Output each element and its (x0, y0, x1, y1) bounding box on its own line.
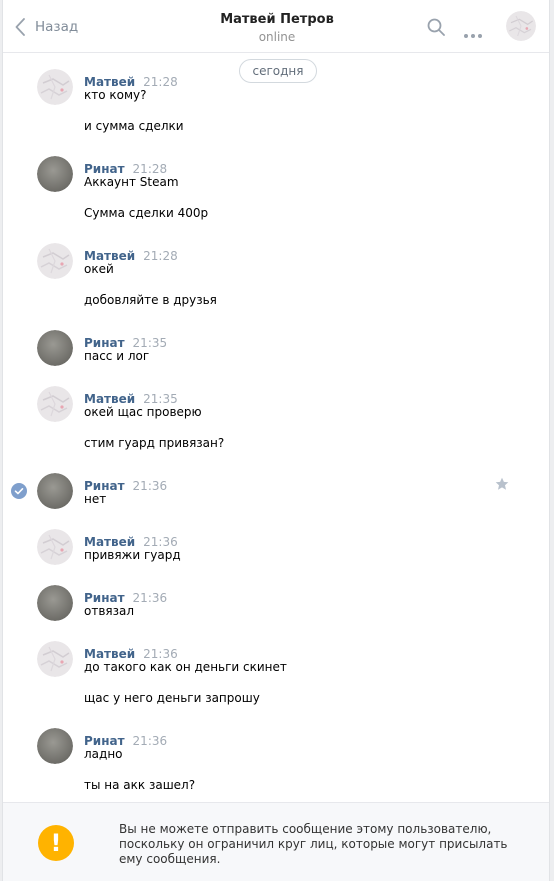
message-header: Ринат 21:36 (84, 587, 168, 605)
message-time[interactable]: 21:28 (143, 249, 178, 263)
message-header: Матвей 21:28 (84, 245, 178, 263)
message-author[interactable]: Ринат (84, 734, 125, 748)
message-time[interactable]: 21:28 (133, 162, 168, 176)
avatar[interactable] (37, 243, 73, 279)
message-author[interactable]: Матвей (84, 392, 135, 406)
check-circle-icon[interactable] (11, 483, 27, 503)
avatar[interactable] (37, 473, 73, 509)
message-time[interactable]: 21:36 (143, 535, 178, 549)
message-time[interactable]: 21:36 (133, 479, 168, 493)
message-author[interactable]: Матвей (84, 249, 135, 263)
message-header: Ринат 21:28 (84, 158, 168, 176)
message-header: Ринат 21:36 (84, 475, 168, 493)
message-text: стим гуард привязан? (84, 436, 225, 450)
message-author[interactable]: Матвей (84, 535, 135, 549)
message-text: привяжи гуард (84, 548, 181, 562)
message-time[interactable]: 21:36 (133, 591, 168, 605)
message-text: Сумма сделки 400р (84, 206, 209, 220)
message-time[interactable]: 21:35 (133, 336, 168, 350)
message-header: Матвей 21:36 (84, 643, 178, 661)
message-time[interactable]: 21:36 (133, 734, 168, 748)
message-text: отвязал (84, 604, 135, 618)
message-text: пасс и лог (84, 349, 150, 363)
message-author[interactable]: Ринат (84, 336, 125, 350)
avatar[interactable] (37, 585, 73, 621)
avatar[interactable] (37, 641, 73, 677)
message-time[interactable]: 21:35 (143, 392, 178, 406)
avatar[interactable] (37, 330, 73, 366)
message-header: Ринат 21:35 (84, 332, 168, 350)
avatar[interactable] (37, 156, 73, 192)
avatar[interactable] (37, 529, 73, 565)
message-header: Ринат 21:36 (84, 730, 168, 748)
message-list: Матвей 21:28 кто кому? и сумма сделки Рин… (3, 0, 549, 881)
avatar[interactable] (37, 386, 73, 422)
message-text: окей щас проверю (84, 405, 202, 419)
resize-handle-icon[interactable] (271, 873, 283, 881)
message-text: окей (84, 262, 114, 276)
message-text: до такого как он деньги скинет (84, 660, 287, 674)
star-icon[interactable] (495, 476, 509, 495)
message-header: Матвей 21:35 (84, 388, 178, 406)
message-header: Матвей 21:36 (84, 531, 178, 549)
message-text: кто кому? (84, 88, 147, 102)
message-author[interactable]: Ринат (84, 162, 125, 176)
warning-icon: ! (38, 825, 74, 861)
message-text: щас у него деньги запрошу (84, 691, 260, 705)
message-text: и сумма сделки (84, 119, 184, 133)
message-text: добовляйте в друзья (84, 293, 217, 307)
message-time[interactable]: 21:28 (143, 75, 178, 89)
message-header: Матвей 21:28 (84, 71, 178, 89)
message-text: Аккаунт Steam (84, 175, 179, 189)
message-time[interactable]: 21:36 (143, 647, 178, 661)
send-restricted-notice: ! Вы не можете отправить сообщение этому… (3, 802, 549, 881)
notice-text: Вы не можете отправить сообщение этому п… (119, 822, 508, 866)
message-author[interactable]: Матвей (84, 647, 135, 661)
message-author[interactable]: Ринат (84, 591, 125, 605)
chat-window: Назад Матвей Петров online сегодня Матве… (2, 0, 550, 881)
message-author[interactable]: Ринат (84, 479, 125, 493)
date-separator[interactable]: сегодня (239, 59, 317, 83)
message-text: ладно (84, 747, 123, 761)
message-author[interactable]: Матвей (84, 75, 135, 89)
message-text: нет (84, 492, 107, 506)
message-text: ты на акк зашел? (84, 778, 196, 792)
avatar[interactable] (37, 69, 73, 105)
avatar[interactable] (37, 728, 73, 764)
